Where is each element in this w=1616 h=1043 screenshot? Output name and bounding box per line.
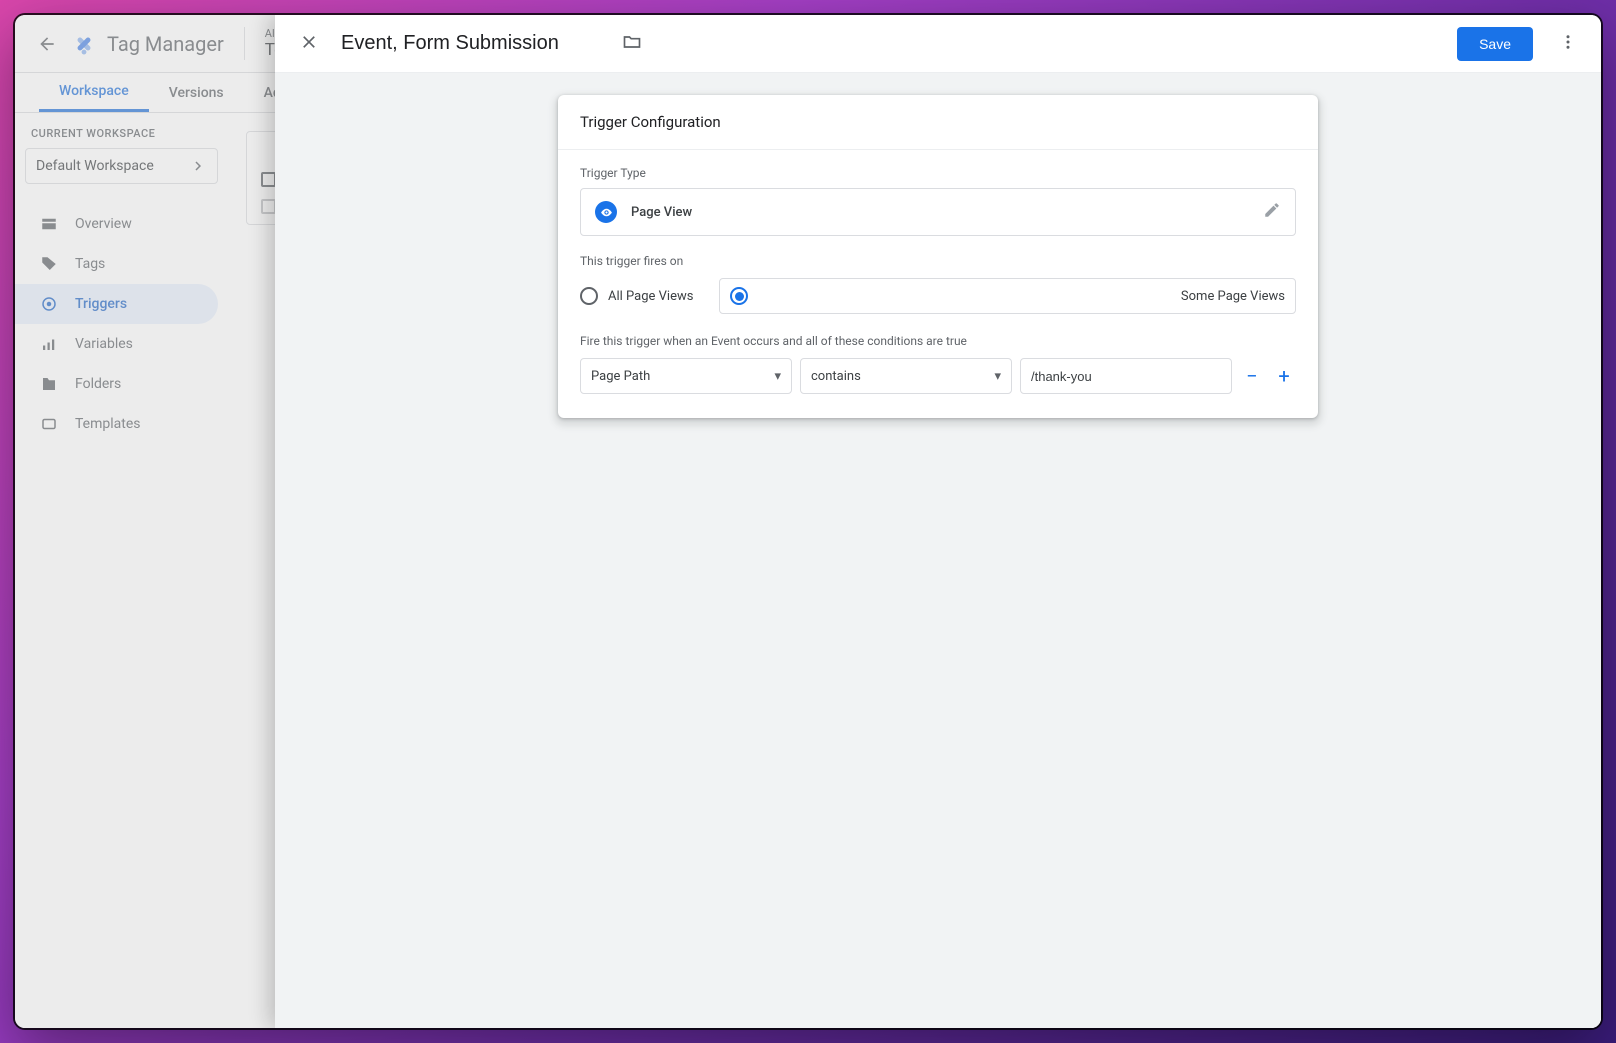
editor-body: Trigger Configuration Trigger Type Page … — [275, 73, 1601, 1028]
condition-value-input[interactable] — [1020, 358, 1232, 394]
add-condition-button[interactable]: + — [1272, 364, 1296, 388]
radio-all-page-views[interactable]: All Page Views — [580, 287, 693, 305]
select-value: contains — [811, 369, 861, 384]
radio-icon — [580, 287, 598, 305]
edit-type-button[interactable] — [1263, 201, 1281, 223]
close-button[interactable] — [293, 26, 325, 62]
app-window: Tag Manager All accounts Testi Workspace… — [15, 15, 1601, 1028]
close-icon — [299, 32, 319, 52]
save-button[interactable]: Save — [1457, 27, 1533, 61]
chevron-down-icon: ▾ — [994, 369, 1001, 384]
condition-row: Page Path ▾ contains ▾ − + — [580, 358, 1296, 394]
radio-some-page-views[interactable]: Some Page Views — [719, 278, 1296, 314]
fires-on-radiogroup: All Page Views Some Page Views — [580, 278, 1296, 314]
choose-folder-button[interactable] — [622, 32, 642, 56]
chevron-down-icon: ▾ — [774, 369, 781, 384]
more-menu-button[interactable] — [1553, 27, 1583, 61]
pencil-icon — [1263, 201, 1281, 219]
trigger-editor-panel: Save Trigger Configuration Trigger Type … — [275, 15, 1601, 1028]
trigger-name-input[interactable] — [339, 28, 608, 60]
trigger-type-value: Page View — [631, 205, 1249, 220]
radio-icon — [730, 287, 748, 305]
editor-header: Save — [275, 15, 1601, 73]
fires-on-label: This trigger fires on — [580, 254, 1296, 268]
page-view-icon — [595, 201, 617, 223]
select-value: Page Path — [591, 369, 650, 384]
trigger-config-panel: Trigger Configuration Trigger Type Page … — [558, 95, 1318, 418]
radio-label: All Page Views — [608, 289, 693, 304]
condition-label: Fire this trigger when an Event occurs a… — [580, 334, 1296, 348]
condition-operator-select[interactable]: contains ▾ — [800, 358, 1012, 394]
trigger-type-selector[interactable]: Page View — [580, 188, 1296, 236]
kebab-icon — [1559, 33, 1577, 51]
trigger-type-label: Trigger Type — [580, 166, 1296, 180]
folder-outline-icon — [622, 32, 642, 52]
remove-condition-button[interactable]: − — [1240, 364, 1264, 388]
panel-title: Trigger Configuration — [558, 95, 1318, 150]
radio-label: Some Page Views — [1181, 289, 1285, 304]
condition-variable-select[interactable]: Page Path ▾ — [580, 358, 792, 394]
